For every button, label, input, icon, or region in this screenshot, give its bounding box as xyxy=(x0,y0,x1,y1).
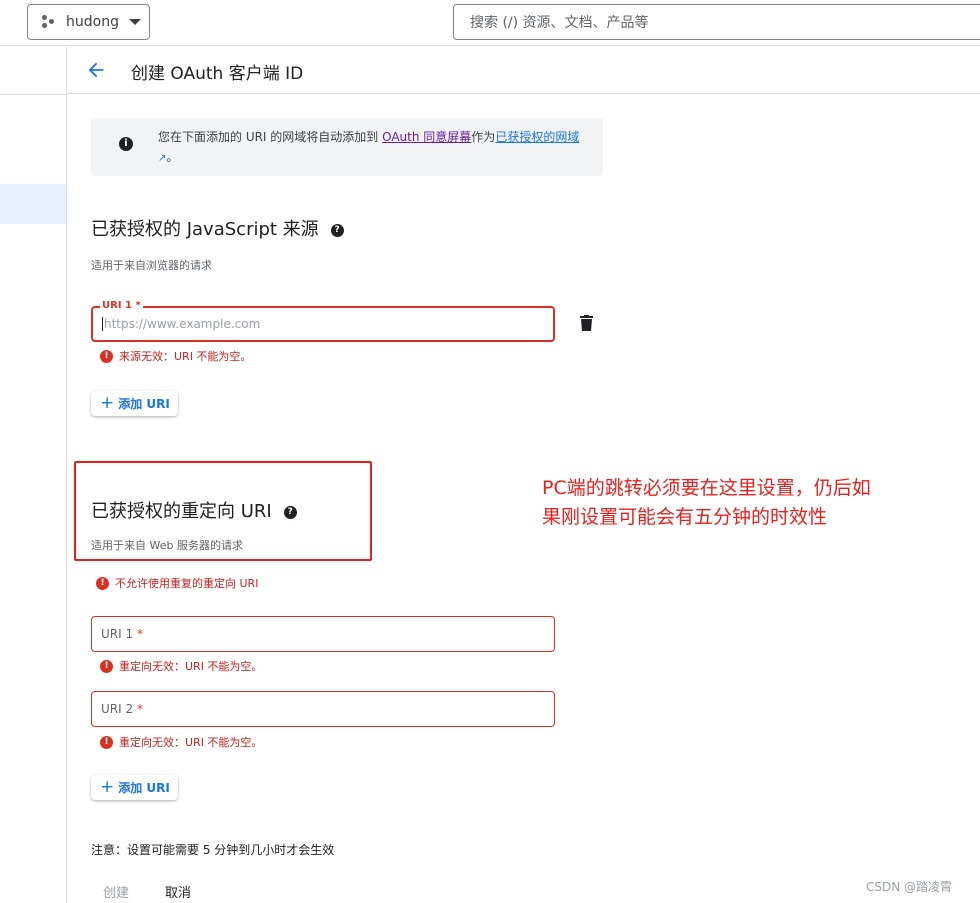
annotation-text: PC端的跳转必须要在这里设置，仍后如果刚设置可能会有五分钟的时效性 xyxy=(542,477,871,528)
required-mark: * xyxy=(135,300,141,311)
oauth-consent-link[interactable]: OAuth 同意屏幕 xyxy=(382,130,471,144)
redirect-uri1-error: ! 重定向无效：URI 不能为空。 xyxy=(100,658,262,674)
settings-note: 注意：设置可能需要 5 分钟到几小时才会生效 xyxy=(91,843,335,857)
required-mark: * xyxy=(136,702,143,716)
error-text: 重定向无效：URI 不能为空。 xyxy=(119,660,263,673)
info-text: 您在下面添加的 URI 的网域将自动添加到 OAuth 同意屏幕作为已获授权的网… xyxy=(158,127,588,169)
js-origins-subtitle: 适用于来自浏览器的请求 xyxy=(91,259,212,272)
help-icon[interactable]: ? xyxy=(283,506,297,519)
create-button[interactable]: 创建 xyxy=(103,882,129,901)
field-label-text: URI 2 xyxy=(101,702,134,716)
error-text: 来源无效：URI 不能为空。 xyxy=(119,350,252,363)
field-label-text: URI 1 xyxy=(101,627,134,641)
page-header: 创建 OAuth 客户端 ID xyxy=(67,47,980,94)
info-icon: i xyxy=(119,137,133,151)
nav-item-active[interactable] xyxy=(0,184,66,224)
redirect-uri1-field[interactable]: URI 1 * xyxy=(91,616,555,652)
field-label: URI 1 * xyxy=(100,300,143,311)
error-icon: ! xyxy=(100,349,113,363)
js-origins-title: 已获授权的 JavaScript 来源? xyxy=(91,215,344,241)
redirect-uris-title-text: 已获授权的重定向 URI xyxy=(91,501,272,522)
back-arrow-icon[interactable] xyxy=(85,59,107,81)
add-js-origin-button[interactable]: + 添加 URI xyxy=(91,391,178,416)
js-origin-placeholder: https://www.example.com xyxy=(102,317,261,331)
add-label: 添加 URI xyxy=(118,397,170,411)
redirect-uri2-field[interactable]: URI 2 * xyxy=(91,691,555,727)
info-text-before: 您在下面添加的 URI 的网域将自动添加到 xyxy=(158,130,383,144)
js-origin-uri1-field[interactable]: URI 1 * https://www.example.com xyxy=(91,300,555,342)
js-origin-error: ! 来源无效：URI 不能为空。 xyxy=(100,348,251,364)
left-nav xyxy=(0,47,67,903)
project-icon xyxy=(42,15,56,29)
page-title: 创建 OAuth 客户端 ID xyxy=(131,64,304,84)
info-banner: i 您在下面添加的 URI 的网域将自动添加到 OAuth 同意屏幕作为已获授权… xyxy=(91,118,603,176)
plus-icon: + xyxy=(100,393,115,413)
required-mark: * xyxy=(136,627,143,641)
js-origins-title-text: 已获授权的 JavaScript 来源 xyxy=(91,219,319,240)
add-redirect-uri-button[interactable]: + 添加 URI xyxy=(91,775,178,800)
chevron-down-icon xyxy=(128,19,141,25)
project-name: hudong xyxy=(66,14,119,30)
redirect-uris-subtitle: 适用于来自 Web 服务器的请求 xyxy=(91,539,243,552)
field-label-text: URI 1 xyxy=(102,300,132,311)
info-text-end: 。 xyxy=(166,150,179,164)
error-icon: ! xyxy=(96,576,109,590)
add-label: 添加 URI xyxy=(118,781,170,795)
search-placeholder: 搜索 (/) 资源、文档、产品等 xyxy=(470,15,649,31)
help-icon[interactable]: ? xyxy=(330,224,344,237)
error-text: 重定向无效：URI 不能为空。 xyxy=(119,736,263,749)
top-bar: hudong 搜索 (/) 资源、文档、产品等 xyxy=(0,0,980,46)
redirect-uris-title: 已获授权的重定向 URI? xyxy=(91,497,297,523)
plus-icon: + xyxy=(100,777,115,797)
error-text: 不允许使用重复的重定向 URI xyxy=(115,577,259,590)
info-text-mid: 作为 xyxy=(471,130,496,144)
error-icon: ! xyxy=(100,735,113,749)
field-label: URI 2 * xyxy=(101,702,143,716)
authorized-domains-link[interactable]: 已获授权的网域 xyxy=(495,130,579,144)
cancel-button[interactable]: 取消 xyxy=(165,882,191,901)
field-label: URI 1 * xyxy=(101,627,143,641)
watermark: CSDN @踏凌霄 xyxy=(866,880,953,894)
duplicate-redirect-error: ! 不允许使用重复的重定向 URI xyxy=(96,575,258,591)
nav-divider xyxy=(0,94,66,95)
trash-icon[interactable] xyxy=(580,315,593,331)
search-input[interactable]: 搜索 (/) 资源、文档、产品等 xyxy=(453,4,980,40)
error-icon: ! xyxy=(100,659,113,673)
project-selector[interactable]: hudong xyxy=(27,4,150,40)
redirect-uri2-error: ! 重定向无效：URI 不能为空。 xyxy=(100,734,262,750)
